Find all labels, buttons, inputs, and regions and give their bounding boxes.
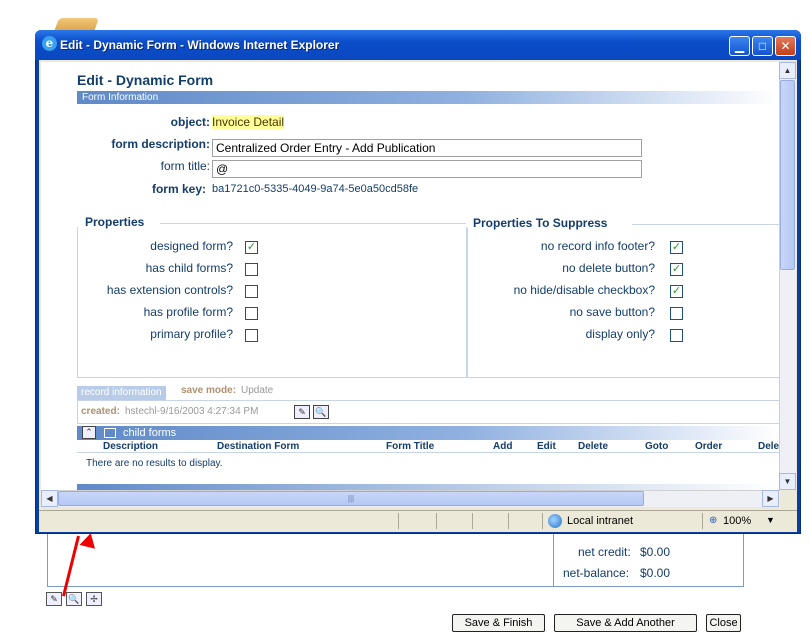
window-close-button[interactable]: ✕ (775, 36, 796, 56)
scroll-left-button[interactable]: ◀ (41, 490, 58, 507)
col-destination-form: Destination Form (217, 441, 300, 452)
scroll-down-button[interactable]: ▼ (779, 473, 796, 490)
form-title-label: form title: (160, 159, 210, 173)
status-separator (702, 513, 703, 529)
ie-icon: e (42, 36, 57, 51)
display-only-label: display only? (585, 327, 655, 341)
primary-profile-label: primary profile? (150, 327, 233, 341)
form-description-label: form description: (111, 137, 210, 151)
col-edit: Edit (537, 441, 556, 452)
has-profile-form-checkbox[interactable] (245, 307, 258, 320)
net-credit-label: net credit: (578, 545, 631, 559)
col-delete: Delete (578, 441, 609, 452)
maximize-button[interactable]: □ (752, 36, 773, 56)
child-forms-band: child forms (77, 426, 779, 440)
col-add: Add (493, 441, 513, 452)
edit-record-icon[interactable]: ✎ (294, 405, 310, 419)
designed-form-checkbox[interactable]: ✓ (245, 241, 258, 254)
net-balance-value: $0.00 (640, 566, 671, 580)
window-title: Edit - Dynamic Form - Windows Internet E… (60, 38, 340, 52)
edit-icon[interactable]: ✎ (46, 592, 62, 606)
suppress-rule (632, 224, 779, 225)
globe-icon (548, 514, 562, 528)
created-label: created: (81, 406, 120, 417)
has-profile-form-label: has profile form? (143, 305, 233, 319)
no-hide-disable-checkbox-label: no hide/disable checkbox? (513, 283, 655, 297)
col-goto: Goto (645, 441, 669, 452)
form-title-field[interactable]: @ (212, 160, 642, 178)
object-label: object: (170, 115, 210, 129)
zoom-dropdown-icon[interactable]: ▼ (766, 515, 775, 525)
no-delete-button-checkbox[interactable]: ✓ (670, 263, 683, 276)
has-child-forms-label: has child forms? (145, 261, 233, 275)
form-description-field[interactable]: Centralized Order Entry - Add Publicatio… (212, 139, 642, 157)
save-add-another-button[interactable]: Save & Add Another (554, 614, 697, 632)
no-record-info-footer-checkbox[interactable]: ✓ (670, 241, 683, 254)
vertical-scroll-thumb[interactable] (780, 80, 795, 270)
page-title: Edit - Dynamic Form (77, 72, 214, 88)
object-value: Invoice Detail (212, 115, 285, 129)
record-information-tag: record information (77, 386, 166, 400)
no-save-button-label: no save button? (569, 305, 655, 319)
col-form-title: Form Title (386, 441, 435, 452)
status-separator (398, 513, 399, 529)
status-bar (39, 510, 797, 532)
form-information-band: Form Information (77, 91, 779, 104)
form-key-label: form key: (151, 182, 206, 196)
no-results-text: There are no results to display. (86, 458, 223, 469)
save-mode-value: Update (241, 385, 274, 396)
save-finish-button[interactable]: Save & Finish (452, 614, 545, 632)
net-balance-label: net-balance: (563, 566, 630, 580)
search-record-icon[interactable]: 🔍 (313, 405, 329, 419)
search-icon[interactable]: 🔍 (66, 592, 82, 606)
zoom-level[interactable]: 100% (723, 515, 751, 527)
no-save-button-checkbox[interactable] (670, 307, 683, 320)
collapse-icon[interactable]: ⌃ (82, 426, 96, 439)
close-button[interactable]: Close (706, 614, 741, 632)
form-key-value: ba1721c0-5335-4049-9a74-5e0a50cd58fe (212, 183, 419, 195)
status-separator (508, 513, 509, 529)
save-mode-label: save mode: (181, 385, 237, 396)
zone-label: Local intranet (567, 515, 634, 527)
col-delete-2: Dele (758, 441, 780, 452)
no-record-info-footer-label: no record info footer? (540, 239, 655, 253)
col-order: Order (695, 441, 723, 452)
pin-icon[interactable]: ✢ (86, 592, 102, 606)
status-separator (436, 513, 437, 529)
has-child-forms-checkbox[interactable] (245, 263, 258, 276)
no-delete-button-label: no delete button? (562, 261, 655, 275)
no-hide-disable-checkbox[interactable]: ✓ (670, 285, 683, 298)
status-separator (472, 513, 473, 529)
minimize-button[interactable]: ▁ (729, 36, 750, 56)
grid-icon (104, 428, 116, 438)
has-extension-controls-label: has extension controls? (106, 283, 233, 297)
col-description: Description (103, 441, 159, 452)
scroll-up-button[interactable]: ▲ (779, 62, 796, 79)
background-panel-divider (553, 532, 554, 587)
created-value: hstechl-9/16/2003 4:27:34 PM (125, 406, 259, 417)
net-credit-value: $0.00 (640, 545, 671, 559)
horizontal-scroll-thumb[interactable]: ||| (58, 491, 644, 506)
has-extension-controls-checkbox[interactable] (245, 285, 258, 298)
display-only-checkbox[interactable] (670, 329, 683, 342)
primary-profile-checkbox[interactable] (245, 329, 258, 342)
status-separator (542, 513, 543, 529)
zoom-icon[interactable]: ⊕ (709, 515, 717, 526)
table-header-rule (77, 452, 779, 453)
scroll-right-button[interactable]: ▶ (762, 490, 779, 507)
designed-form-label: designed form? (150, 239, 233, 253)
properties-rule (160, 223, 466, 224)
